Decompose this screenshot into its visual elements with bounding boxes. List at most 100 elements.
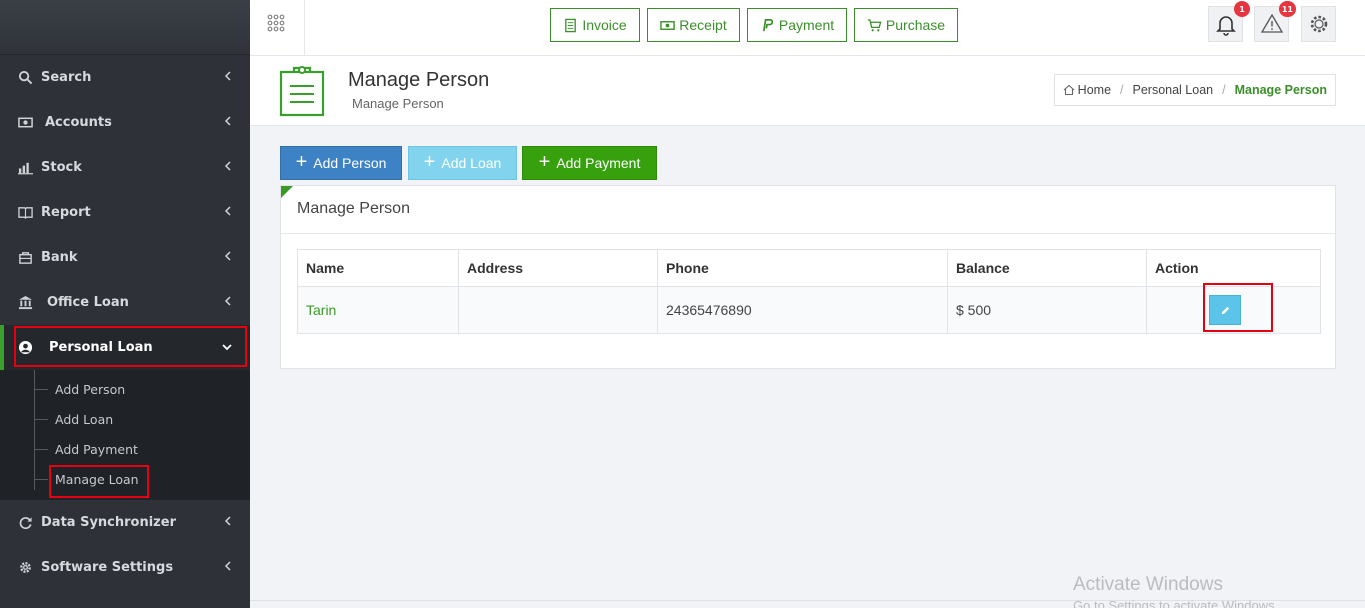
chevron-left-icon	[224, 161, 231, 171]
add-loan-button[interactable]: + Add Loan	[408, 146, 517, 180]
sidebar-item-data-synchronizer[interactable]: Data Synchronizer	[0, 500, 250, 545]
person-table: Name Address Phone Balance Action Tarin …	[297, 249, 1321, 334]
alerts-badge: 11	[1278, 1, 1296, 17]
plus-icon: +	[295, 151, 308, 173]
sidebar-item-personal-loan[interactable]: Personal Loan	[0, 325, 250, 370]
sidebar-item-label: Bank	[41, 250, 78, 265]
submenu-item-add-payment[interactable]: Add Payment	[0, 434, 250, 464]
submenu-item-label: Add Loan	[55, 411, 114, 427]
plus-icon: +	[423, 151, 436, 173]
cell-action	[1146, 286, 1321, 334]
notifications-button[interactable]: 1	[1208, 1, 1250, 42]
add-person-button[interactable]: + Add Person	[280, 146, 402, 180]
breadcrumb: Home / Personal Loan / Manage Person	[1053, 74, 1336, 106]
sidebar-item-label: Personal Loan	[49, 340, 153, 355]
purchase-label: Purchase	[885, 17, 946, 33]
settings-button[interactable]	[1301, 6, 1336, 42]
submenu-item-add-loan[interactable]: Add Loan	[0, 404, 250, 434]
cart-icon	[867, 18, 882, 31]
gear-icon	[1310, 15, 1327, 33]
breadcrumb-home[interactable]: Home	[1078, 83, 1111, 97]
gear-icon	[15, 560, 35, 575]
purchase-button[interactable]: Purchase	[854, 8, 958, 42]
sidebar-item-search[interactable]: Search	[0, 55, 250, 100]
sidebar-item-accounts[interactable]: Accounts	[0, 100, 250, 145]
windows-watermark-sub: Go to Settings to activate Windows.	[1073, 598, 1279, 608]
bank-icon	[15, 250, 35, 265]
notifications-badge: 1	[1234, 1, 1250, 17]
sidebar: Search Accounts Stock Report Bank Office…	[0, 0, 250, 608]
chevron-left-icon	[224, 296, 231, 306]
sidebar-item-software-settings[interactable]: Software Settings	[0, 545, 250, 590]
chevron-left-icon	[224, 206, 231, 216]
panel-corner-marker	[281, 186, 293, 198]
invoice-button[interactable]: Invoice	[550, 8, 640, 42]
receipt-button[interactable]: Receipt	[647, 8, 740, 42]
sidebar-item-office-loan[interactable]: Office Loan	[0, 280, 250, 325]
column-header-balance: Balance	[947, 249, 1147, 287]
add-payment-button[interactable]: + Add Payment	[522, 146, 657, 180]
book-icon	[15, 205, 35, 220]
submenu-item-label: Add Person	[55, 381, 126, 397]
add-person-label: Add Person	[313, 155, 387, 171]
paypal-icon	[762, 18, 774, 31]
highlight-box-manage-loan	[49, 465, 149, 498]
page-title: Manage Person	[348, 69, 490, 91]
alerts-button[interactable]: 11	[1254, 1, 1296, 42]
cell-address	[458, 286, 658, 334]
table-row: Tarin 24365476890 $ 500	[297, 286, 1321, 334]
warning-icon	[1260, 13, 1283, 33]
edit-button[interactable]	[1209, 295, 1241, 325]
invoice-label: Invoice	[582, 17, 627, 33]
sidebar-brand	[0, 0, 250, 55]
sidebar-item-report[interactable]: Report	[0, 190, 250, 235]
clipboard-icon	[279, 66, 325, 117]
panel-divider	[281, 233, 1335, 234]
submenu-item-label: Add Payment	[55, 441, 138, 457]
plus-icon: +	[538, 151, 551, 173]
manage-person-panel: Manage Person Name Address Phone Balance…	[280, 185, 1336, 369]
chevron-left-icon	[224, 251, 231, 261]
add-loan-label: Add Loan	[441, 155, 502, 171]
sidebar-item-label: Stock	[41, 160, 82, 175]
sidebar-item-label: Report	[41, 205, 91, 220]
column-header-address: Address	[458, 249, 658, 287]
invoice-icon	[565, 18, 577, 32]
add-payment-label: Add Payment	[556, 155, 641, 171]
column-header-phone: Phone	[657, 249, 948, 287]
money-icon	[660, 20, 676, 30]
page-header: Manage Person Manage Person Home / Perso…	[250, 56, 1365, 126]
sidebar-item-stock[interactable]: Stock	[0, 145, 250, 190]
payment-label: Payment	[778, 17, 835, 33]
sidebar-item-label: Office Loan	[47, 295, 129, 310]
sidebar-menu: Search Accounts Stock Report Bank Office…	[0, 55, 250, 370]
person-icon	[15, 340, 35, 355]
apps-grid-icon[interactable]	[266, 13, 290, 37]
sidebar-item-label: Data Synchronizer	[41, 515, 176, 530]
sidebar-item-label: Accounts	[45, 115, 112, 130]
payment-button[interactable]: Payment	[747, 8, 847, 42]
home-icon	[1063, 84, 1075, 96]
search-icon	[15, 70, 35, 85]
chevron-left-icon	[224, 116, 231, 126]
sidebar-item-label: Software Settings	[41, 560, 174, 575]
chevron-down-icon	[222, 344, 232, 351]
building-icon	[15, 295, 35, 310]
sync-icon	[15, 515, 35, 530]
bell-icon	[1215, 16, 1236, 36]
chevron-left-icon	[224, 71, 231, 81]
panel-title: Manage Person	[297, 200, 410, 217]
column-header-action: Action	[1146, 249, 1321, 287]
top-bar-divider	[304, 0, 305, 56]
bar-chart-icon	[15, 160, 35, 175]
chevron-left-icon	[224, 516, 231, 526]
breadcrumb-section[interactable]: Personal Loan	[1133, 83, 1214, 97]
cell-phone: 24365476890	[657, 286, 948, 334]
cell-name[interactable]: Tarin	[297, 286, 459, 334]
pencil-icon	[1221, 306, 1229, 314]
table-header-row: Name Address Phone Balance Action	[297, 249, 1321, 287]
sidebar-item-bank[interactable]: Bank	[0, 235, 250, 280]
chevron-left-icon	[224, 561, 231, 571]
money-icon	[15, 115, 35, 130]
submenu-item-add-person[interactable]: Add Person	[0, 374, 250, 404]
